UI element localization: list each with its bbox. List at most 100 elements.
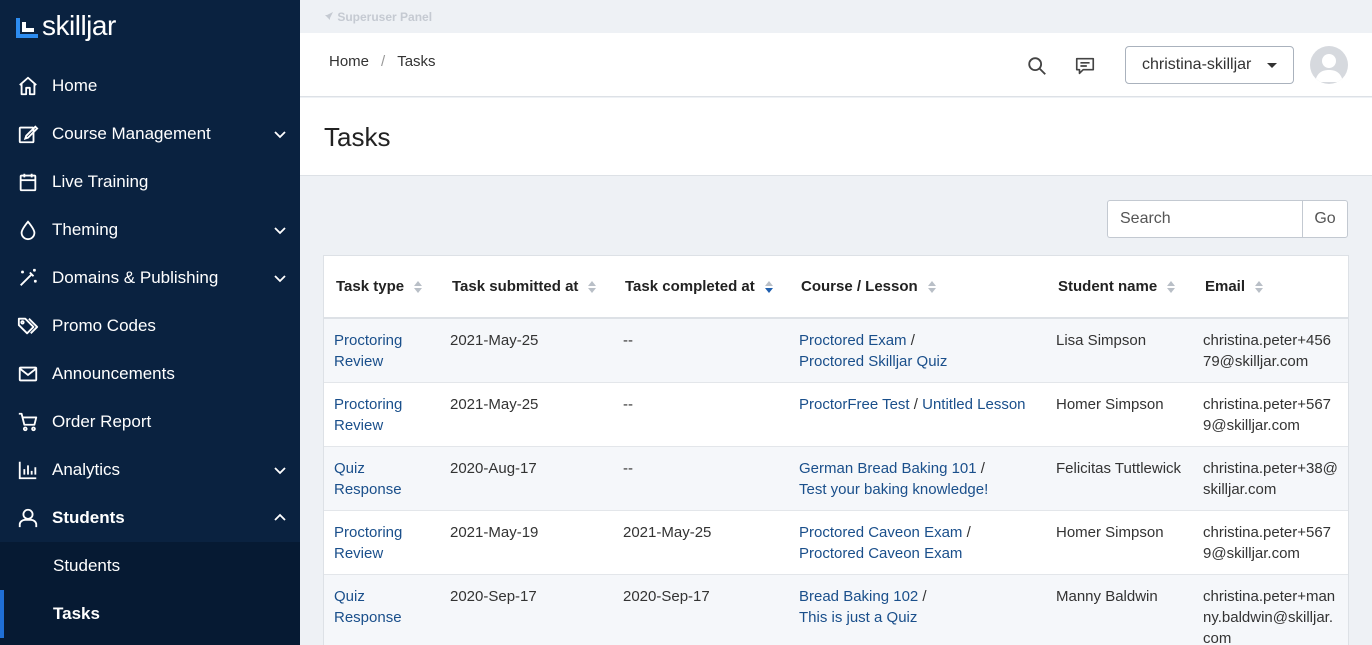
sort-icon bbox=[588, 280, 597, 294]
rocket-icon bbox=[324, 10, 334, 24]
table-row: Proctoring Review 2021-May-25 -- Proctor… bbox=[324, 382, 1348, 447]
completed-cell: -- bbox=[613, 446, 789, 511]
sidebar-item-theming[interactable]: Theming bbox=[0, 206, 300, 254]
lesson-link[interactable]: Untitled Lesson bbox=[922, 396, 1025, 413]
user-icon bbox=[16, 506, 40, 530]
column-header-student-name[interactable]: Student name bbox=[1046, 256, 1193, 319]
sidebar-item-students[interactable]: Students bbox=[0, 494, 300, 542]
course-link[interactable]: Proctored Exam bbox=[799, 332, 907, 349]
sort-descending-icon bbox=[764, 280, 773, 294]
table-row: Quiz Response 2020-Aug-17 -- German Brea… bbox=[324, 446, 1348, 511]
sort-icon bbox=[414, 280, 423, 294]
sidebar-item-course-management[interactable]: Course Management bbox=[0, 110, 300, 158]
task-type-link[interactable]: Proctoring Review bbox=[334, 332, 402, 370]
sort-icon bbox=[1255, 280, 1264, 294]
student-name-cell: Homer Simpson bbox=[1046, 510, 1193, 575]
completed-cell: -- bbox=[613, 382, 789, 447]
course-link[interactable]: Proctored Caveon Exam bbox=[799, 524, 962, 541]
email-cell: christina.peter+manny.baldwin@skilljar.c… bbox=[1193, 574, 1348, 645]
column-header-course-lesson[interactable]: Course / Lesson bbox=[789, 256, 1046, 319]
magic-wand-icon bbox=[16, 266, 40, 290]
student-name-cell: Lisa Simpson bbox=[1046, 318, 1193, 383]
chevron-up-icon bbox=[274, 513, 286, 521]
chevron-down-icon bbox=[274, 275, 286, 283]
top-bar: Home / Tasks christina-skilljar bbox=[300, 33, 1372, 97]
page-title: Tasks bbox=[324, 122, 391, 152]
account-dropdown[interactable]: christina-skilljar bbox=[1125, 46, 1294, 84]
column-header-task-type[interactable]: Task type bbox=[324, 256, 440, 319]
task-type-link[interactable]: Proctoring Review bbox=[334, 524, 402, 562]
skilljar-logo[interactable]: skilljar bbox=[16, 10, 116, 42]
cart-icon bbox=[16, 410, 40, 434]
home-icon bbox=[16, 74, 40, 98]
sort-icon bbox=[1167, 280, 1176, 294]
lesson-link[interactable]: Proctored Skilljar Quiz bbox=[799, 353, 947, 370]
column-header-email[interactable]: Email bbox=[1193, 256, 1348, 319]
chevron-down-icon bbox=[274, 227, 286, 235]
sidebar-subitem-students[interactable]: Students bbox=[0, 542, 300, 590]
task-type-link[interactable]: Proctoring Review bbox=[334, 396, 402, 434]
course-link[interactable]: ProctorFree Test bbox=[799, 396, 910, 413]
chevron-down-icon bbox=[274, 467, 286, 475]
tags-icon bbox=[16, 314, 40, 338]
student-name-cell: Homer Simpson bbox=[1046, 382, 1193, 447]
drop-icon bbox=[16, 218, 40, 242]
search-icon[interactable] bbox=[1026, 55, 1048, 77]
bar-chart-icon bbox=[16, 458, 40, 482]
task-type-link[interactable]: Quiz Response bbox=[334, 588, 402, 626]
search-go-button[interactable]: Go bbox=[1302, 200, 1348, 238]
breadcrumb-home[interactable]: Home bbox=[329, 53, 369, 70]
sidebar-item-live-training[interactable]: Live Training bbox=[0, 158, 300, 206]
sidebar-item-order-report[interactable]: Order Report bbox=[0, 398, 300, 446]
table-row: Quiz Response 2020-Sep-17 2020-Sep-17 Br… bbox=[324, 574, 1348, 645]
lesson-link[interactable]: Test your baking knowledge! bbox=[799, 481, 988, 498]
completed-cell: 2020-Sep-17 bbox=[613, 574, 789, 645]
breadcrumb-separator: / bbox=[381, 53, 386, 70]
submitted-cell: 2020-Sep-17 bbox=[440, 574, 613, 645]
sidebar-item-announcements[interactable]: Announcements bbox=[0, 350, 300, 398]
submitted-cell: 2021-May-25 bbox=[440, 318, 613, 383]
tasks-table: Task type Task submitted at Task complet… bbox=[323, 255, 1349, 645]
email-cell: christina.peter+5679@skilljar.com bbox=[1193, 382, 1348, 447]
calendar-icon bbox=[16, 170, 40, 194]
superuser-panel-link[interactable]: Superuser Panel bbox=[337, 10, 432, 24]
table-row: Proctoring Review 2021-May-25 -- Proctor… bbox=[324, 318, 1348, 383]
logo-mark-icon bbox=[16, 14, 38, 38]
superuser-panel-bar: Superuser Panel bbox=[300, 0, 1372, 33]
comment-icon[interactable] bbox=[1074, 55, 1096, 77]
column-header-task-submitted-at[interactable]: Task submitted at bbox=[440, 256, 613, 319]
submitted-cell: 2021-May-25 bbox=[440, 382, 613, 447]
sidebar-item-home[interactable]: Home bbox=[0, 62, 300, 110]
course-link[interactable]: German Bread Baking 101 bbox=[799, 460, 977, 477]
breadcrumb: Home / Tasks bbox=[329, 53, 436, 70]
completed-cell: 2021-May-25 bbox=[613, 510, 789, 575]
students-submenu: Students Tasks bbox=[0, 542, 300, 645]
column-header-task-completed-at[interactable]: Task completed at bbox=[613, 256, 789, 319]
sidebar-item-domains-publishing[interactable]: Domains & Publishing bbox=[0, 254, 300, 302]
edit-icon bbox=[16, 122, 40, 146]
chevron-down-icon bbox=[274, 131, 286, 139]
table-search: Go bbox=[1107, 200, 1348, 238]
sidebar-subitem-tasks[interactable]: Tasks bbox=[0, 590, 300, 638]
avatar[interactable] bbox=[1310, 46, 1348, 84]
lesson-link[interactable]: Proctored Caveon Exam bbox=[799, 545, 962, 562]
email-cell: christina.peter+38@skilljar.com bbox=[1193, 446, 1348, 511]
task-type-link[interactable]: Quiz Response bbox=[334, 460, 402, 498]
completed-cell: -- bbox=[613, 318, 789, 383]
sidebar-item-promo-codes[interactable]: Promo Codes bbox=[0, 302, 300, 350]
sidebar: skilljar Home Course Management Live Tra… bbox=[0, 0, 300, 645]
email-cell: christina.peter+5679@skilljar.com bbox=[1193, 510, 1348, 575]
student-name-cell: Manny Baldwin bbox=[1046, 574, 1193, 645]
sort-icon bbox=[927, 280, 936, 294]
caret-down-icon bbox=[1267, 63, 1277, 68]
lesson-link[interactable]: This is just a Quiz bbox=[799, 609, 917, 626]
student-name-cell: Felicitas Tuttlewick bbox=[1046, 446, 1193, 511]
sidebar-item-analytics[interactable]: Analytics bbox=[0, 446, 300, 494]
email-cell: christina.peter+45679@skilljar.com bbox=[1193, 318, 1348, 383]
page-header: Tasks bbox=[300, 98, 1372, 176]
search-input[interactable] bbox=[1107, 200, 1302, 238]
course-link[interactable]: Bread Baking 102 bbox=[799, 588, 918, 605]
mail-icon bbox=[16, 362, 40, 386]
table-row: Proctoring Review 2021-May-19 2021-May-2… bbox=[324, 510, 1348, 575]
breadcrumb-current: Tasks bbox=[397, 53, 436, 70]
